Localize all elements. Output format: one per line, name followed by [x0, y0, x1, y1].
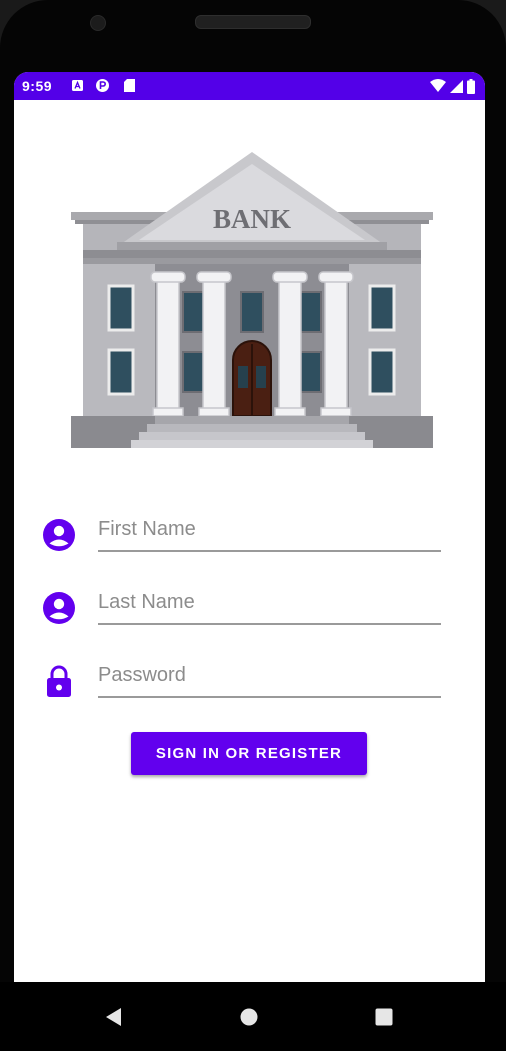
front-camera	[90, 15, 106, 31]
app-screen: 9:59 BANK First Name Last Name SIGN IN O…	[14, 72, 485, 982]
bank-building-illustration: BANK	[71, 152, 433, 448]
p-badge-icon	[96, 79, 109, 92]
status-time: 9:59	[22, 78, 53, 94]
status-right-icons	[430, 78, 475, 94]
recents-icon	[375, 1008, 393, 1026]
recents-button[interactable]	[369, 1002, 399, 1032]
wifi-icon	[430, 79, 446, 92]
sign-in-or-register-button[interactable]: SIGN IN OR REGISTER	[131, 732, 367, 775]
password-input[interactable]	[98, 658, 441, 698]
account-circle-icon	[43, 592, 75, 624]
last-name-row	[42, 581, 442, 631]
status-bar: 9:59	[14, 72, 485, 100]
navigation-bar	[0, 982, 506, 1051]
battery-icon	[467, 78, 475, 94]
last-name-input[interactable]	[98, 585, 441, 625]
signal-icon	[450, 79, 463, 93]
account-circle-icon	[43, 519, 75, 551]
lock-icon	[47, 665, 71, 697]
bank-sign: BANK	[213, 204, 291, 234]
password-row	[42, 654, 442, 704]
home-icon	[240, 1008, 258, 1026]
back-icon	[106, 1008, 121, 1026]
earpiece-speaker	[195, 15, 311, 29]
a-badge-icon	[72, 80, 83, 91]
home-button[interactable]	[234, 1002, 264, 1032]
first-name-row	[42, 508, 442, 558]
first-name-input[interactable]	[98, 512, 441, 552]
sd-card-icon	[124, 79, 135, 92]
back-button[interactable]	[98, 1002, 128, 1032]
